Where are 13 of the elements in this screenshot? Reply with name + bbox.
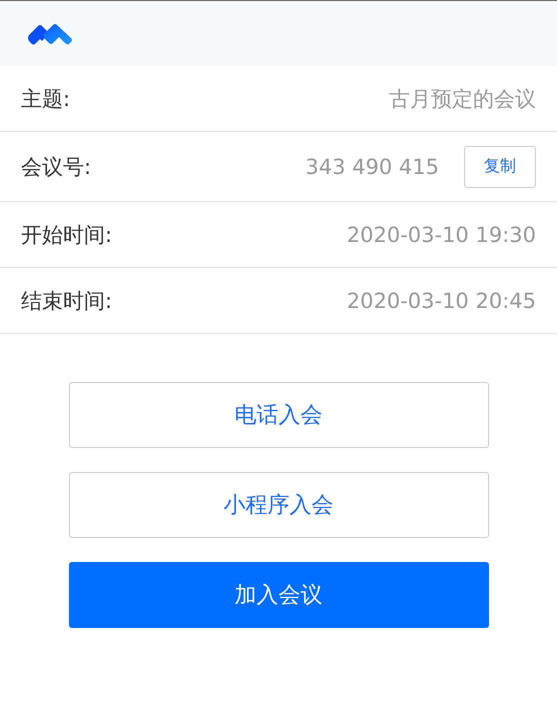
join-option-button[interactable]: 小程序入会: [68, 472, 488, 538]
join-button[interactable]: 加入会议: [68, 562, 488, 628]
field-value: 古月预定的会议: [389, 86, 536, 112]
field-label: 会议号:: [21, 154, 92, 180]
join-option-button[interactable]: 电话入会: [68, 382, 488, 448]
field-label: 结束时间:: [21, 288, 112, 314]
copy-button[interactable]: 复制: [464, 146, 536, 188]
field-label: 主题:: [21, 86, 70, 112]
field-value: 2020-03-10 19:30: [346, 222, 536, 246]
logo-icon: [27, 22, 75, 46]
field-label: 开始时间:: [21, 222, 112, 248]
field-value: 2020-03-10 20:45: [346, 288, 536, 312]
field-value: 343 490 415: [305, 154, 439, 178]
